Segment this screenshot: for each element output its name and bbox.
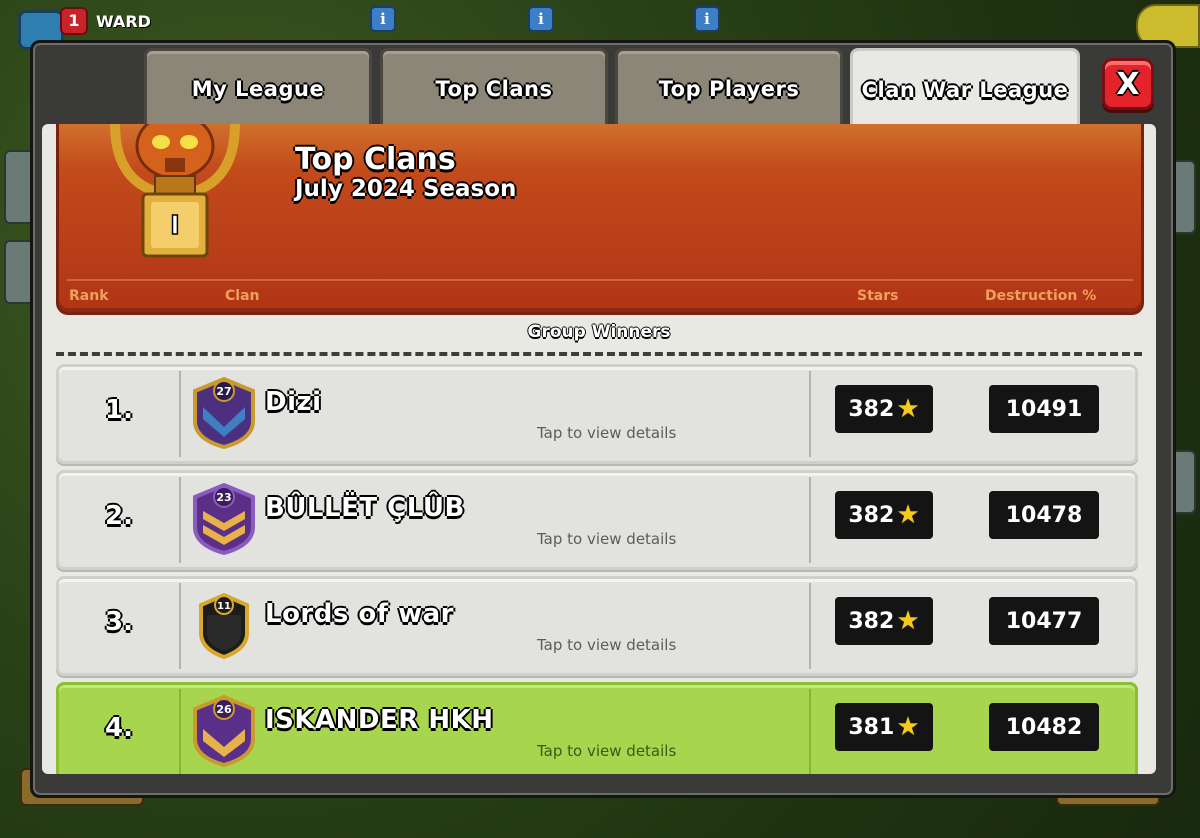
tap-hint: Tap to view details bbox=[537, 530, 677, 548]
clan-row[interactable]: 1. 27 Dizi Tap to view details 382 ★ 104… bbox=[56, 364, 1138, 464]
clan-badge-icon: 27 bbox=[193, 377, 255, 449]
stars-number: 382 bbox=[848, 396, 895, 422]
row-divider bbox=[179, 689, 181, 774]
destruction-value: 10477 bbox=[989, 597, 1099, 645]
tab-top-players[interactable]: Top Players bbox=[615, 48, 843, 127]
stars-value: 382 ★ bbox=[835, 597, 933, 645]
tap-hint: Tap to view details bbox=[537, 742, 677, 760]
player-name: WARD bbox=[96, 12, 151, 31]
rank-label: 2. bbox=[105, 501, 133, 531]
stars-number: 381 bbox=[848, 714, 895, 740]
banner-title: Top Clans bbox=[295, 142, 456, 177]
stars-value: 381 ★ bbox=[835, 703, 933, 751]
tab-my-league[interactable]: My League bbox=[144, 48, 372, 127]
badge-level: 27 bbox=[216, 385, 231, 398]
stars-number: 382 bbox=[848, 502, 895, 528]
tab-label: My League bbox=[191, 77, 325, 101]
star-icon: ★ bbox=[896, 606, 920, 636]
tap-hint: Tap to view details bbox=[537, 424, 677, 442]
column-header-destruction: Destruction % bbox=[985, 288, 1097, 304]
info-icon: i bbox=[528, 6, 554, 32]
column-header-rank: Rank bbox=[69, 288, 109, 304]
close-button[interactable]: X bbox=[1102, 58, 1154, 110]
clan-badge-icon: 26 bbox=[193, 695, 255, 767]
rank-label: 3. bbox=[105, 607, 133, 637]
row-divider bbox=[179, 371, 181, 457]
info-icon: i bbox=[370, 6, 396, 32]
row-divider bbox=[809, 583, 811, 669]
clan-name: BÛLLËT ÇLÛB bbox=[265, 493, 465, 523]
trophy-tier-label: I bbox=[170, 211, 180, 241]
clan-name: Dizi bbox=[265, 387, 322, 417]
clan-name: Lords of war bbox=[265, 599, 455, 629]
badge-level: 11 bbox=[217, 601, 231, 612]
banner-divider bbox=[67, 279, 1133, 281]
background-hud: 1 WARD i i i bbox=[0, 0, 1200, 50]
tab-label: Clan War League bbox=[861, 78, 1069, 102]
trophy-icon: I bbox=[110, 124, 240, 258]
star-icon: ★ bbox=[896, 394, 920, 424]
clan-name: ISKANDER HKH bbox=[265, 705, 494, 735]
content-area: I Top Clans July 2024 Season Rank Clan S… bbox=[42, 124, 1156, 774]
tap-hint: Tap to view details bbox=[537, 636, 677, 654]
row-divider bbox=[179, 583, 181, 669]
star-icon: ★ bbox=[896, 500, 920, 530]
clan-row[interactable]: 3. 11 Lords of war Tap to view details 3… bbox=[56, 576, 1138, 676]
level-badge: 1 bbox=[60, 7, 88, 35]
row-divider bbox=[179, 477, 181, 563]
badge-level: 26 bbox=[216, 703, 232, 716]
tab-label: Top Players bbox=[658, 77, 800, 101]
tab-label: Top Clans bbox=[435, 77, 553, 101]
stars-value: 382 ★ bbox=[835, 491, 933, 539]
row-divider bbox=[809, 371, 811, 457]
banner-season: July 2024 Season bbox=[295, 176, 517, 202]
stars-number: 382 bbox=[848, 608, 895, 634]
row-divider bbox=[809, 689, 811, 774]
clan-row-own[interactable]: 4. 26 ISKANDER HKH Tap to view details 3… bbox=[56, 682, 1138, 774]
clan-badge-icon: 23 bbox=[193, 483, 255, 555]
rank-label: 4. bbox=[105, 713, 133, 743]
destruction-value: 10478 bbox=[989, 491, 1099, 539]
stars-value: 382 ★ bbox=[835, 385, 933, 433]
info-icon: i bbox=[694, 6, 720, 32]
clan-row[interactable]: 2. 23 BÛLLËT ÇLÛB Tap to view details 38… bbox=[56, 470, 1138, 570]
tab-top-clans[interactable]: Top Clans bbox=[380, 48, 608, 127]
tab-clan-war-league[interactable]: Clan War League bbox=[850, 48, 1080, 129]
badge-level: 23 bbox=[216, 491, 231, 504]
column-header-stars: Stars bbox=[857, 288, 899, 304]
season-banner: I Top Clans July 2024 Season Rank Clan S… bbox=[56, 124, 1144, 315]
dashed-divider bbox=[56, 352, 1142, 356]
rank-label: 1. bbox=[105, 395, 133, 425]
row-divider bbox=[809, 477, 811, 563]
star-icon: ★ bbox=[896, 712, 920, 742]
group-winners-label: Group Winners bbox=[527, 322, 671, 342]
column-header-clan: Clan bbox=[225, 288, 260, 304]
destruction-value: 10482 bbox=[989, 703, 1099, 751]
destruction-value: 10491 bbox=[989, 385, 1099, 433]
clan-badge-icon: 11 bbox=[199, 592, 249, 660]
